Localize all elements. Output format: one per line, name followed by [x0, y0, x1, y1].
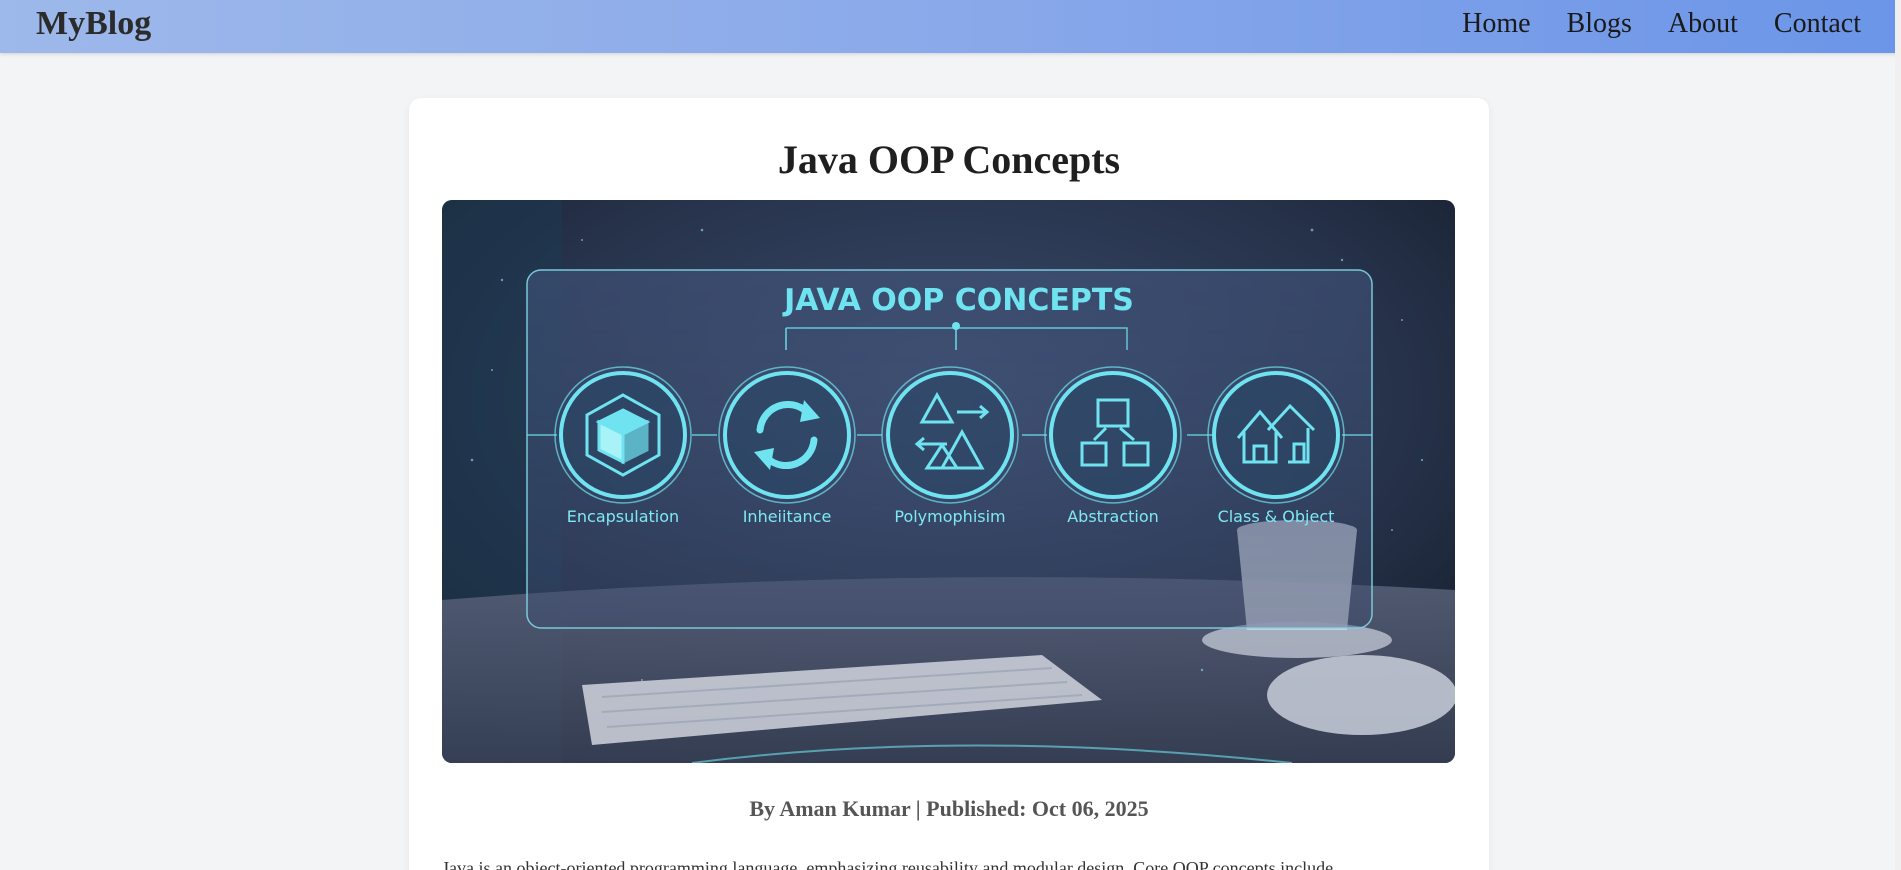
nav-links: Home Blogs About Contact	[1462, 8, 1861, 40]
nav-link-home[interactable]: Home	[1462, 8, 1530, 40]
brand-logo[interactable]: MyBlog	[36, 5, 151, 43]
nav-link-about[interactable]: About	[1668, 8, 1738, 40]
page-scrollbar[interactable]	[1895, 0, 1901, 870]
concept-label-encapsulation: Encapsulation	[567, 507, 679, 526]
post-excerpt: Java is an object-oriented programming l…	[442, 858, 1334, 870]
nav-link-blogs[interactable]: Blogs	[1567, 8, 1632, 40]
concept-label-abstraction: Abstraction	[1067, 507, 1159, 526]
post-meta: By Aman Kumar | Published: Oct 06, 2025	[749, 796, 1149, 821]
post-title: Java OOP Concepts	[777, 137, 1121, 182]
concept-label-class-object: Class & Object	[1218, 507, 1335, 526]
nav-link-contact[interactable]: Contact	[1774, 8, 1861, 40]
post-hero-image: JAVA OOP CONCEPTS Encapsulation Inheiita…	[442, 200, 1455, 763]
blog-post-card: Java OOP Concepts JAVA OOP CONCEPTS Enca…	[409, 98, 1489, 870]
top-navbar: MyBlog Home Blogs About Contact	[0, 0, 1901, 53]
hero-heading: JAVA OOP CONCEPTS	[782, 283, 1134, 318]
concept-label-inheritance: Inheiitance	[743, 507, 832, 526]
concept-label-polymorphism: Polymophisim	[894, 507, 1005, 526]
